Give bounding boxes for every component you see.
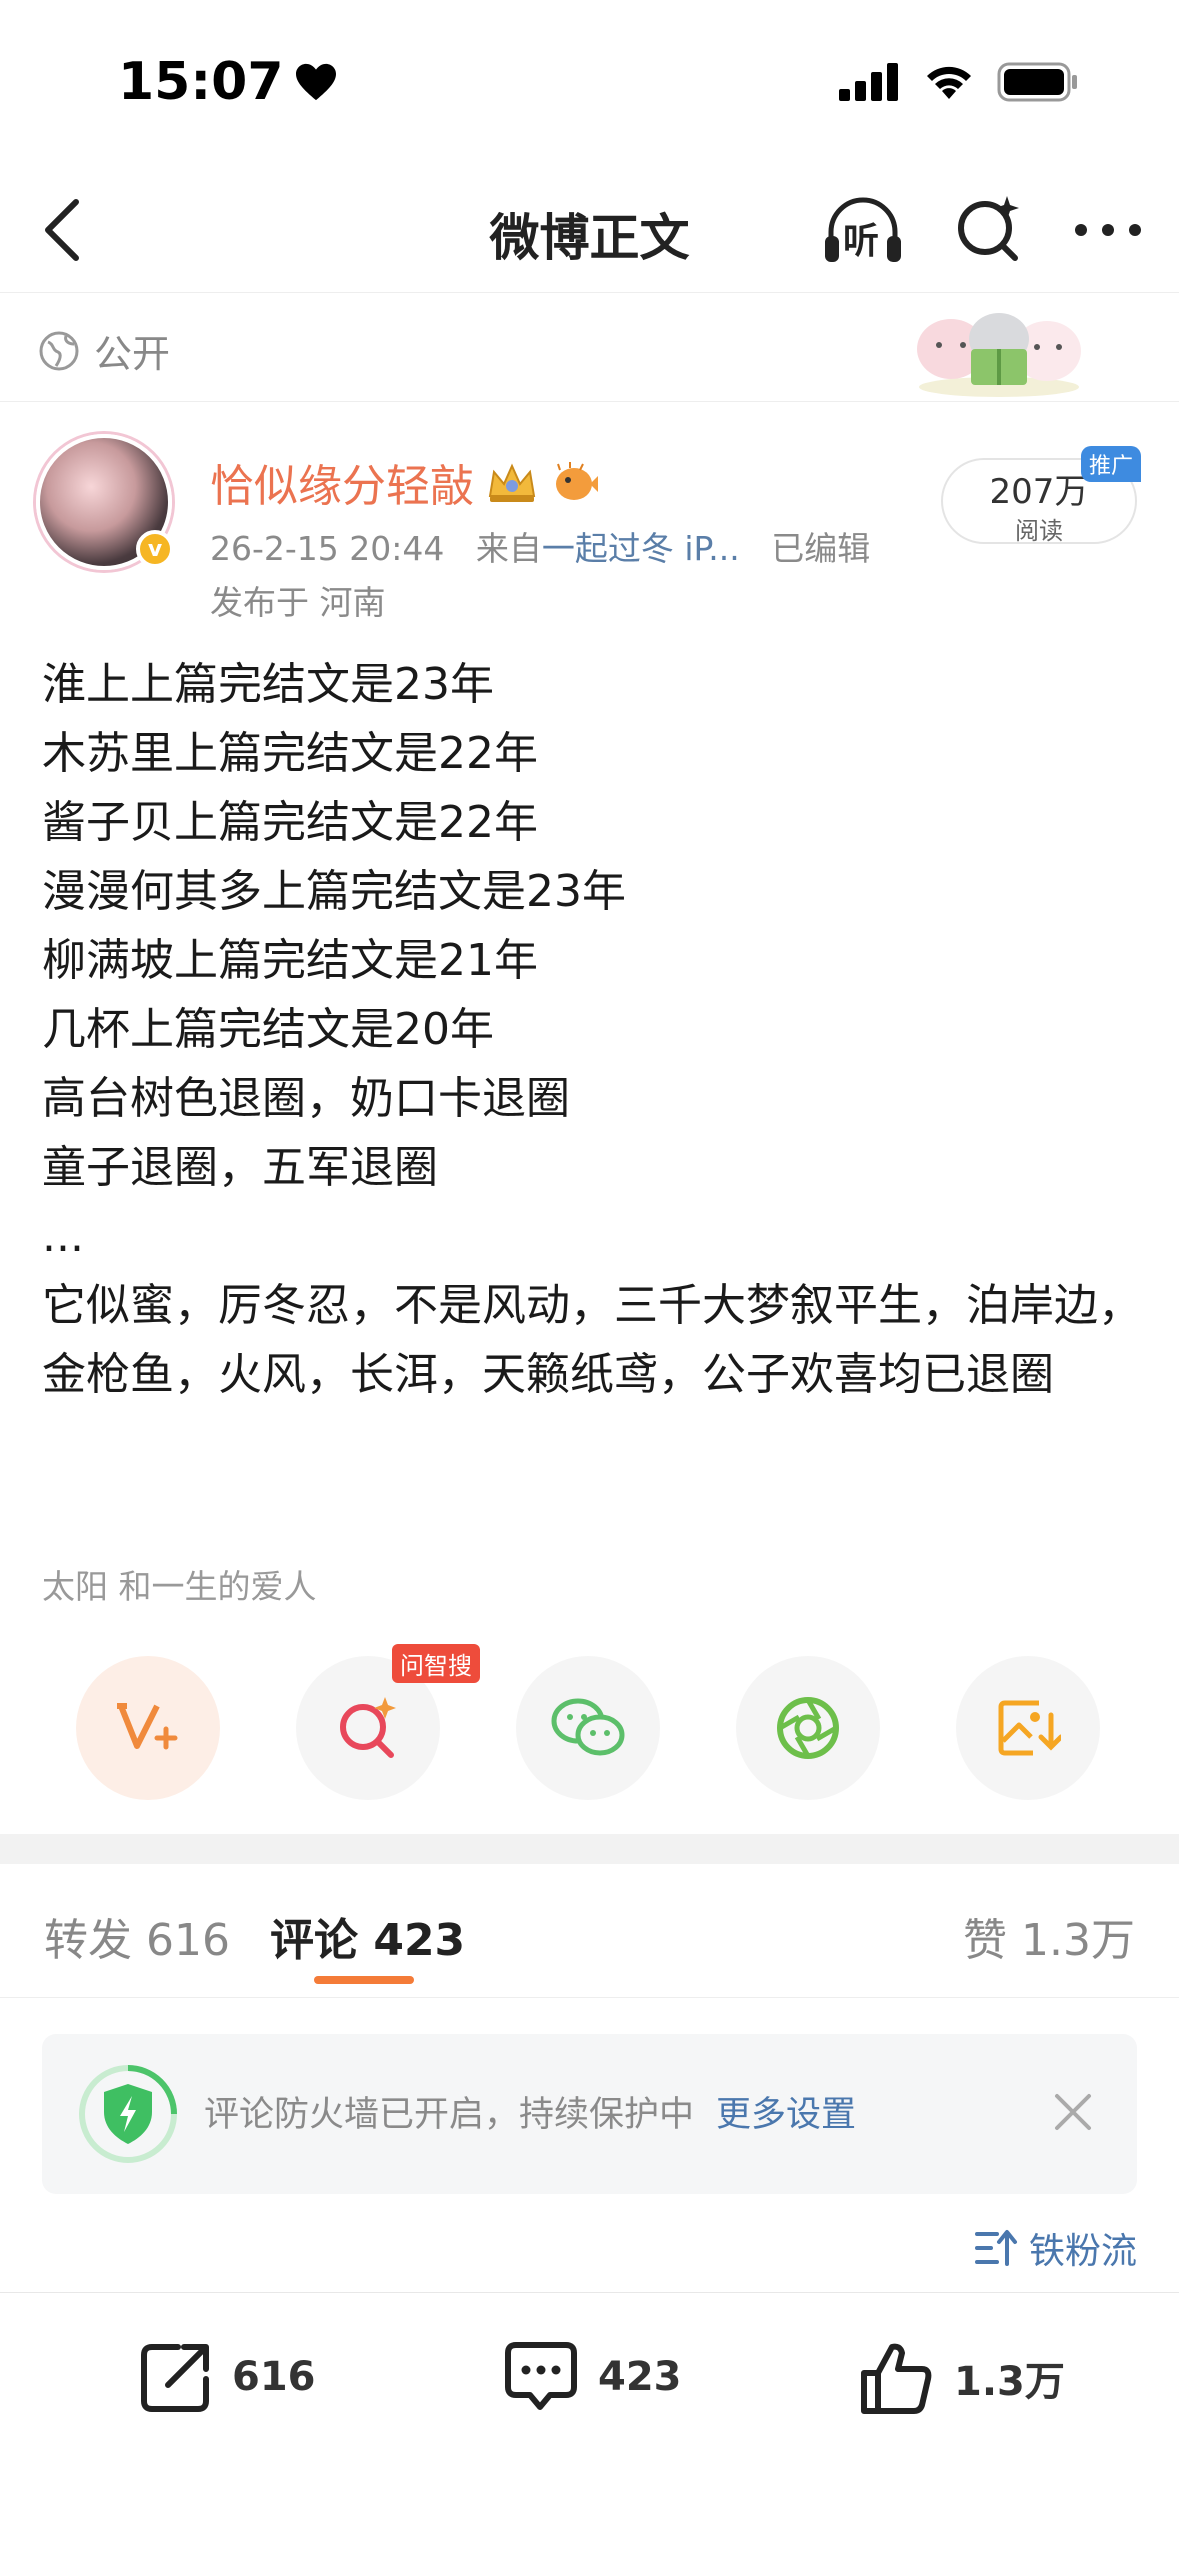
back-button[interactable]	[30, 192, 100, 268]
repost-vplus-button[interactable]	[76, 1656, 220, 1800]
globe-icon	[39, 331, 79, 370]
post-line: 漫漫何其多上篇完结文是23年	[42, 866, 626, 917]
read-label: 阅读	[1015, 517, 1063, 545]
username-row: 恰似缘分轻敲	[210, 450, 600, 514]
battery-icon	[997, 62, 1077, 102]
post-line: 酱子贝上篇完结文是22年	[42, 797, 538, 848]
verified-badge: v	[136, 530, 174, 568]
interaction-tabs: 转发 616 评论 423 赞 1.3万	[0, 1864, 1179, 1998]
crown-badge-icon	[488, 463, 536, 502]
tab-like-count: 1.3万	[1021, 1915, 1135, 1966]
wechat-share-button[interactable]	[516, 1656, 660, 1800]
comment-sort-toggle[interactable]: 铁粉流	[974, 2222, 1137, 2274]
read-count-box[interactable]: 207万 阅读 推广	[941, 446, 1141, 545]
share-row: 问智搜	[0, 1644, 1179, 1810]
topic-tag[interactable]: 太阳 和一生的爱人	[42, 1560, 317, 1608]
visibility-label: 公开	[94, 332, 171, 376]
post-line: 童子退圈，五军退圈	[42, 1142, 438, 1193]
author-avatar[interactable]: v	[36, 434, 174, 570]
more-settings-link[interactable]: 更多设置	[716, 2095, 856, 2135]
post-line: ...	[42, 1211, 84, 1262]
status-bar: 15:07	[0, 0, 1179, 170]
tab-repost-label: 转发	[44, 1915, 132, 1966]
tab-comment-label: 评论	[270, 1915, 358, 1966]
post-line: 淮上上篇完结文是23年	[42, 659, 494, 710]
visibility-row: 公开	[0, 292, 1179, 402]
author-name[interactable]: 恰似缘分轻敲	[210, 450, 474, 514]
repost-count: 616	[232, 2354, 316, 2400]
nav-actions: 听	[821, 192, 1143, 268]
tab-like-label: 赞	[963, 1915, 1008, 1966]
reading-animals-sticker	[917, 313, 1081, 397]
promote-tag[interactable]: 推广	[1080, 446, 1141, 482]
bottom-action-bar: 616 423 1.3万	[0, 2292, 1179, 2492]
heart-icon	[295, 63, 336, 101]
sort-icon	[974, 2230, 1017, 2266]
source-link[interactable]: 一起过冬 iP...	[542, 529, 740, 568]
cellular-signal-icon	[839, 63, 898, 101]
moments-aperture-icon	[777, 1697, 839, 1759]
tab-repost[interactable]: 转发 616	[44, 1904, 230, 1968]
post-meta: 26-2-15 20:44 来自一起过冬 iP... 已编辑	[210, 522, 870, 570]
post-line: 柳满坡上篇完结文是21年	[42, 935, 538, 986]
section-divider	[0, 1834, 1179, 1864]
listen-button[interactable]: 听	[821, 192, 905, 268]
shield-icon	[79, 2065, 177, 2163]
edited-label[interactable]: 已编辑	[771, 529, 870, 568]
comment-firewall-notice: 评论防火墙已开启，持续保护中 更多设置	[42, 2034, 1137, 2194]
clock-text: 15:07	[118, 52, 284, 112]
post-location: 发布于 河南	[210, 583, 386, 622]
tab-comment[interactable]: 评论 423	[270, 1904, 465, 1968]
tab-like[interactable]: 赞 1.3万	[963, 1904, 1135, 1968]
more-options-icon[interactable]	[1073, 220, 1143, 240]
comment-count: 423	[598, 2354, 682, 2400]
listen-label: 听	[843, 221, 880, 262]
tab-repost-count: 616	[146, 1915, 230, 1966]
pufferfish-badge-icon	[556, 462, 598, 500]
source-prefix: 来自	[475, 529, 542, 568]
nav-bar: 微博正文 听	[0, 170, 1179, 290]
close-icon[interactable]	[1043, 2082, 1103, 2142]
post-line: 高台树色退圈，奶口卡退圈	[42, 1073, 570, 1124]
chevron-left-icon	[45, 199, 79, 261]
status-icons	[839, 62, 1079, 102]
ai-search-button[interactable]: 问智搜	[296, 1644, 480, 1800]
thumbs-up-icon	[861, 2343, 932, 2414]
status-time: 15:07	[118, 52, 338, 112]
post-body: 淮上上篇完结文是23年 木苏里上篇完结文是22年 酱子贝上篇完结文是22年 漫漫…	[42, 650, 1142, 1409]
tab-comment-count: 423	[373, 1915, 466, 1966]
image-download-icon	[998, 1700, 1061, 1756]
comment-button[interactable]: 423	[502, 2339, 682, 2415]
search-icon[interactable]	[953, 192, 1025, 268]
comment-bubble-icon	[505, 2342, 577, 2410]
share-arrow-icon	[141, 2344, 209, 2412]
active-tab-indicator	[314, 1976, 414, 1984]
post-line: 它似蜜，厉冬忍，不是风动，三千大梦叙平生，泊岸边，金枪鱼，火风，长洱，天籁纸鸢，…	[42, 1280, 1142, 1400]
post-header: v 恰似缘分轻敲 26-2-15 20:44 来自一起过冬 iP... 已编辑 …	[0, 420, 1179, 630]
like-count: 1.3万	[954, 2359, 1065, 2405]
firewall-status-text: 评论防火墙已开启，持续保护中	[204, 2095, 695, 2135]
save-image-button[interactable]	[956, 1656, 1100, 1800]
post-line: 几杯上篇完结文是20年	[42, 1004, 494, 1055]
visibility-indicator: 公开	[38, 323, 170, 378]
sort-label: 铁粉流	[1028, 2231, 1137, 2272]
post-date: 26-2-15 20:44	[210, 529, 445, 568]
ai-search-icon	[340, 1697, 396, 1758]
post-line: 木苏里上篇完结文是22年	[42, 728, 538, 779]
firewall-message: 评论防火墙已开启，持续保护中 更多设置	[204, 2086, 856, 2137]
like-button[interactable]: 1.3万	[858, 2339, 1065, 2417]
moments-share-button[interactable]	[736, 1656, 880, 1800]
ai-search-badge: 问智搜	[392, 1644, 480, 1683]
v-plus-icon	[117, 1703, 178, 1750]
wechat-icon	[551, 1698, 625, 1756]
wifi-icon	[927, 66, 971, 99]
repost-button[interactable]: 616	[138, 2339, 316, 2415]
